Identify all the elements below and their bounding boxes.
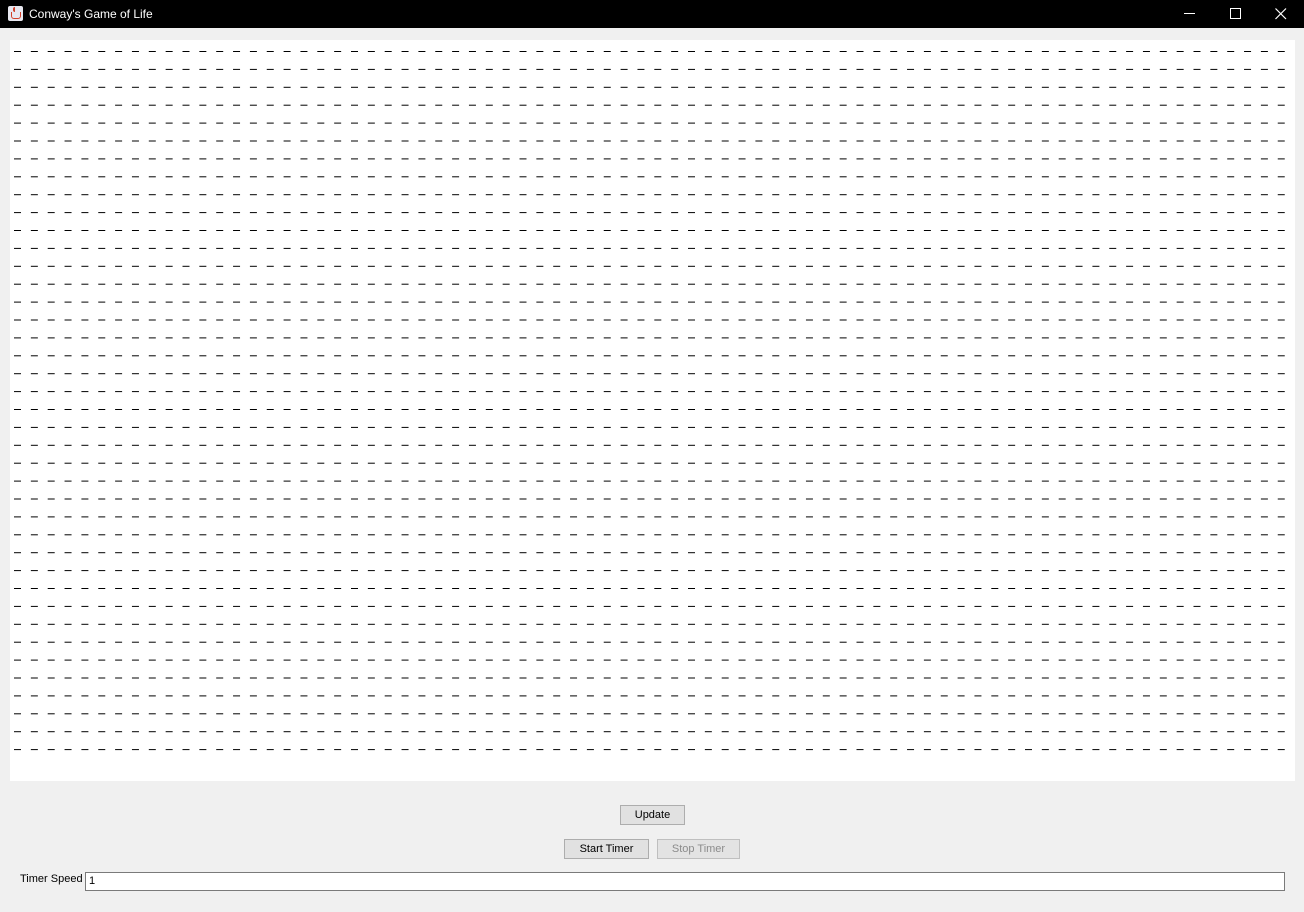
start-timer-button[interactable]: Start Timer xyxy=(564,839,649,859)
game-of-life-window: Conway's Game of Life Update Start Timer… xyxy=(0,0,1304,912)
update-button[interactable]: Update xyxy=(620,805,685,825)
java-icon[interactable] xyxy=(8,6,23,21)
close-button[interactable] xyxy=(1258,0,1304,28)
timer-speed-label: Timer Speed xyxy=(20,873,83,885)
minimize-button[interactable] xyxy=(1167,0,1213,28)
game-board[interactable] xyxy=(10,40,1295,781)
window-title: Conway's Game of Life xyxy=(29,7,153,21)
close-icon xyxy=(1275,8,1287,20)
timer-speed-input[interactable]: 1 xyxy=(85,872,1285,891)
stop-timer-button[interactable]: Stop Timer xyxy=(657,839,740,859)
cell-grid xyxy=(14,51,1285,751)
maximize-button[interactable] xyxy=(1213,0,1259,28)
title-bar[interactable]: Conway's Game of Life xyxy=(0,0,1304,28)
maximize-icon xyxy=(1230,8,1241,19)
minimize-icon xyxy=(1184,13,1195,14)
